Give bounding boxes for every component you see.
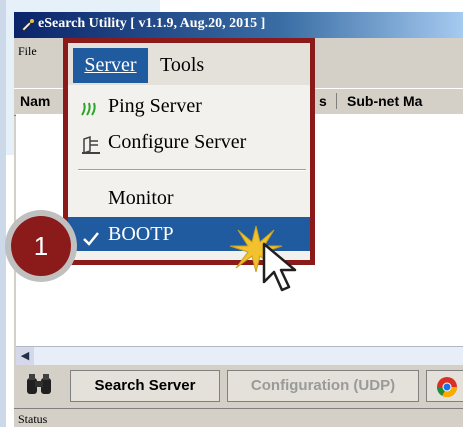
column-header-subnet[interactable]: Sub-net Ma — [336, 93, 422, 109]
horizontal-scrollbar[interactable]: ◀ — [16, 346, 463, 365]
status-bar: Status — [14, 408, 463, 427]
browser-icon — [435, 375, 459, 410]
title-bar[interactable]: eSearch Utility [ v1.1.9, Aug.20, 2015 ] — [14, 12, 463, 38]
configuration-udp-button[interactable]: Configuration (UDP) — [227, 370, 419, 402]
window-title: eSearch Utility [ v1.1.9, Aug.20, 2015 ] — [38, 16, 266, 31]
binoculars-icon — [24, 372, 54, 398]
column-header-name[interactable]: Nam — [20, 93, 50, 109]
menu-file[interactable]: File — [18, 44, 37, 59]
note-margin-line — [0, 0, 6, 427]
button-row: Search Server Configuration (UDP) — [14, 366, 463, 406]
status-label: Status — [18, 412, 48, 426]
step-number: 1 — [11, 216, 71, 276]
column-header-partial[interactable]: s — [319, 93, 327, 109]
browser-button[interactable] — [426, 370, 463, 402]
scroll-left-arrow-icon[interactable]: ◀ — [16, 347, 34, 365]
mouse-cursor-icon — [262, 242, 302, 301]
app-icon — [20, 17, 36, 33]
search-server-button[interactable]: Search Server — [70, 370, 220, 402]
